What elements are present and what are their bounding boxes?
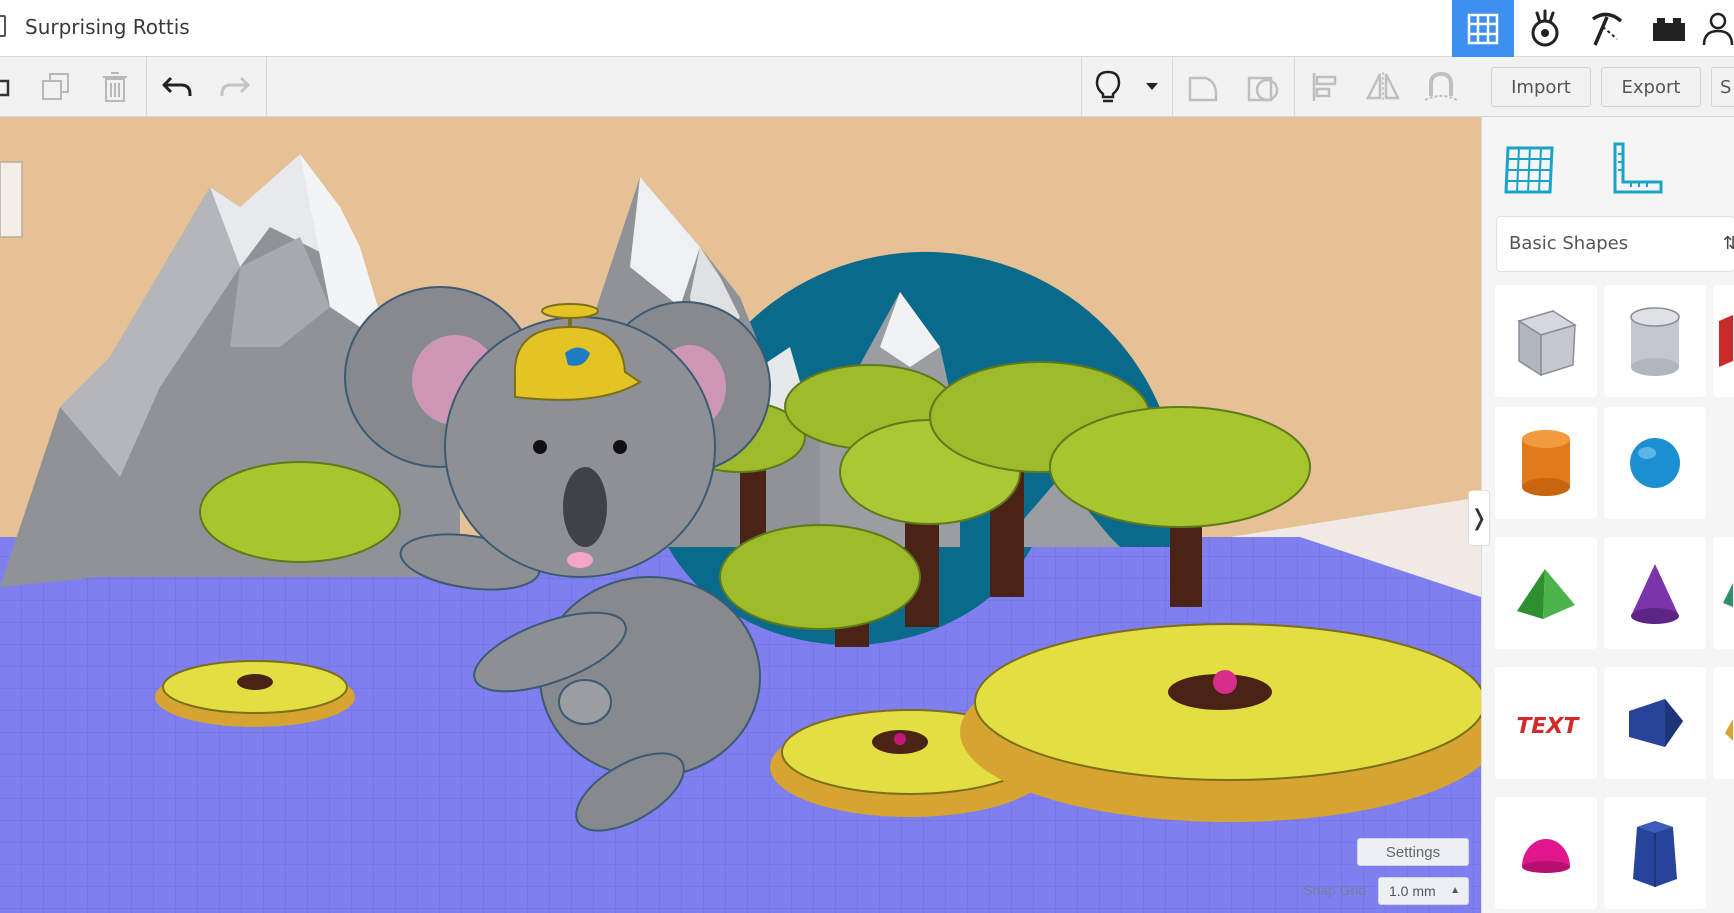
align-icon: [1312, 73, 1337, 101]
paraboloid-icon: [1723, 583, 1733, 607]
workplane-icon: [1504, 146, 1554, 194]
notes-button[interactable]: [1088, 67, 1128, 107]
sort-icon: ⇅: [1722, 233, 1734, 254]
scene-canvas[interactable]: [0, 117, 1481, 913]
send-to-button[interactable]: S: [1711, 67, 1734, 107]
workplane-viewport[interactable]: Settings Snap Grid 1.0 mm ▲: [0, 117, 1481, 913]
svg-text:TEXT: TEXT: [1513, 713, 1581, 739]
copy-button[interactable]: [0, 67, 22, 107]
shape-library-label: Basic Shapes: [1509, 233, 1629, 254]
copy-icon: [0, 79, 10, 97]
redo-icon: [220, 76, 250, 96]
toolbar-separator: [1294, 57, 1295, 117]
cylinder-hole-icon: [1630, 307, 1680, 376]
pickaxe-icon: [1591, 12, 1623, 46]
blocks-view-button[interactable]: [1514, 0, 1576, 57]
document-icon[interactable]: [0, 15, 6, 37]
shape-cylinder-hole[interactable]: [1604, 285, 1706, 397]
shape-polygon[interactable]: [1604, 797, 1706, 909]
undo-button[interactable]: [157, 67, 197, 107]
chevron-down-icon: [1146, 83, 1158, 90]
cruise-button[interactable]: [1421, 67, 1461, 107]
shape-sphere[interactable]: [1604, 407, 1706, 519]
ruler-icon: [1613, 142, 1663, 194]
snap-grid-value: 1.0 mm: [1389, 883, 1436, 899]
snap-grid-select[interactable]: 1.0 mm ▲: [1378, 877, 1469, 905]
flower-large-right[interactable]: [960, 623, 1481, 822]
roof-icon: [1517, 569, 1575, 619]
half-sphere-icon: [1522, 839, 1570, 873]
toolbar-separator: [266, 57, 267, 117]
title-bar: Surprising Rottis: [0, 0, 1734, 57]
toolbar-separator: [1081, 57, 1082, 117]
workplane-tool[interactable]: [1494, 135, 1564, 201]
box-icon: [1719, 315, 1733, 367]
view-switcher: [1452, 0, 1734, 57]
shapes-panel: Basic Shapes ⇅ TEXT: [1481, 117, 1734, 913]
flower-small-left[interactable]: [155, 660, 355, 727]
cone-icon: [1631, 564, 1679, 624]
text-shape-icon: TEXT: [1513, 713, 1581, 739]
solid-shape-icon: [1188, 76, 1218, 102]
cylinder-icon: [1522, 430, 1570, 496]
wedge-icon: [1629, 699, 1683, 747]
align-button[interactable]: [1305, 67, 1345, 107]
caret-up-icon: ▲: [1450, 885, 1460, 896]
toolbar-separator: [1172, 57, 1173, 117]
snap-grid-label: Snap Grid: [1303, 882, 1367, 898]
redo-button[interactable]: [215, 67, 255, 107]
settings-button[interactable]: Settings: [1357, 838, 1469, 866]
3d-design-view-button[interactable]: [1452, 0, 1514, 57]
hole-button[interactable]: [1243, 67, 1283, 107]
shape-box[interactable]: [1713, 285, 1734, 397]
toolbar-separator: [146, 57, 147, 117]
pyramid-icon: [1725, 719, 1733, 741]
sphere-icon: [1630, 438, 1680, 488]
mirror-button[interactable]: [1363, 67, 1403, 107]
panel-collapse-toggle[interactable]: ❭: [1468, 490, 1490, 546]
shape-cone[interactable]: [1604, 537, 1706, 649]
shape-cylinder[interactable]: [1495, 407, 1597, 519]
magnet-icon: [1424, 71, 1458, 101]
profile-button[interactable]: [1700, 0, 1734, 57]
shape-library-select[interactable]: Basic Shapes ⇅: [1496, 216, 1734, 272]
shape-paraboloid[interactable]: [1713, 537, 1734, 649]
bricks-view-button[interactable]: [1576, 0, 1638, 57]
design-title[interactable]: Surprising Rottis: [25, 15, 190, 39]
lightbulb-icon: [1095, 70, 1121, 103]
notes-dropdown[interactable]: [1132, 67, 1172, 107]
brick-icon: [1653, 17, 1685, 41]
shape-wedge[interactable]: [1604, 667, 1706, 779]
delete-button[interactable]: [95, 67, 135, 107]
import-button[interactable]: Import: [1491, 67, 1591, 107]
undo-icon: [162, 76, 192, 96]
user-icon: [1702, 12, 1734, 45]
shape-half-sphere[interactable]: [1495, 797, 1597, 909]
grid-icon: [1467, 13, 1499, 44]
edge-object[interactable]: [0, 161, 23, 238]
duplicate-button[interactable]: [36, 67, 76, 107]
edit-toolbar: Import Export S: [0, 57, 1734, 117]
shape-roof[interactable]: [1495, 537, 1597, 649]
shape-box-hole[interactable]: [1495, 285, 1597, 397]
box-hole-icon: [1517, 310, 1577, 377]
shape-text[interactable]: TEXT: [1495, 667, 1597, 779]
solid-button[interactable]: [1183, 67, 1223, 107]
lego-view-button[interactable]: [1638, 0, 1700, 57]
hand-icon: [1531, 9, 1559, 46]
shape-pyramid[interactable]: [1713, 667, 1734, 779]
duplicate-icon: [42, 73, 69, 100]
trash-icon: [103, 72, 127, 102]
polygon-icon: [1633, 821, 1677, 887]
export-button[interactable]: Export: [1601, 67, 1701, 107]
hole-shape-icon: [1247, 76, 1279, 102]
ruler-tool[interactable]: [1602, 135, 1672, 201]
mirror-icon: [1365, 72, 1401, 102]
